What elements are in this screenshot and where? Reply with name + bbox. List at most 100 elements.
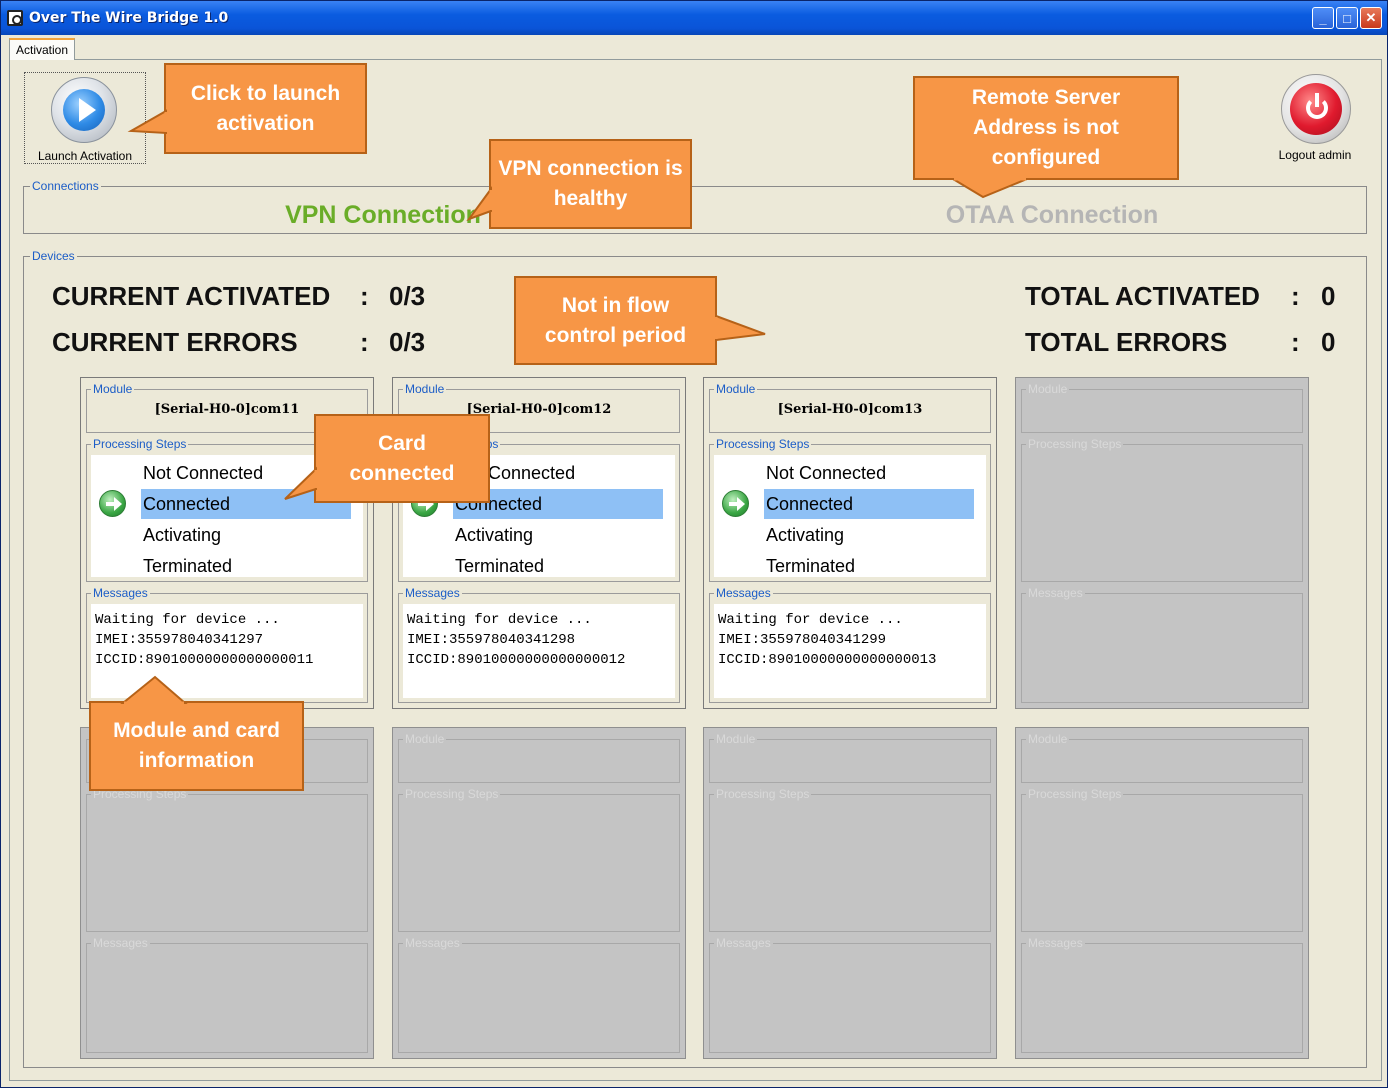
callout-card-pointer (284, 466, 318, 500)
current-activated-label: CURRENT ACTIVATED (52, 281, 331, 311)
processing-steps-legend: Processing Steps (1026, 787, 1124, 801)
processing-steps-group: Processing Steps Not Connected Connected Ac… (709, 437, 991, 582)
callout-remote-pointer (949, 177, 1028, 199)
current-step-arrow-icon (99, 490, 126, 517)
launch-activation-button[interactable]: Launch Activation (24, 72, 146, 164)
step-activating: Activating (766, 525, 845, 545)
module-group: Module [Serial-H0-0]com13 (709, 382, 991, 433)
messages-group: Messages (398, 936, 680, 1053)
module-legend: Module (403, 732, 447, 746)
messages-legend: Messages (714, 586, 773, 600)
messages-legend: Messages (403, 586, 462, 600)
processing-steps-group: Processing Steps (1021, 787, 1303, 932)
module-name: [Serial-H0-0]com13 (777, 402, 923, 417)
module-legend: Module (1026, 732, 1070, 746)
module-legend: Module (403, 382, 447, 396)
message-line: Waiting for device ... (95, 612, 280, 628)
current-step-arrow-icon (722, 490, 749, 517)
callout-remote-server: Remote Server Address is not configured (913, 76, 1179, 180)
message-line: ICCID:89010000000000000011 (95, 652, 314, 668)
module-group: Module (398, 732, 680, 783)
callout-card-text: Card connected (349, 431, 455, 485)
tab-activation[interactable]: Activation (9, 38, 75, 60)
messages-legend: Messages (1026, 586, 1085, 600)
message-line: IMEI:355978040341297 (95, 632, 264, 648)
callout-remote-text: Remote Server Address is not configured (971, 86, 1121, 169)
connections-legend: Connections (30, 179, 101, 193)
processing-steps-legend: Processing Steps (714, 787, 812, 801)
device-card: Module Processing Steps Messages (1015, 727, 1309, 1059)
messages-legend: Messages (403, 936, 462, 950)
messages-group: Messages Waiting for device ... IMEI:35597… (709, 586, 991, 703)
callout-launch: Click to launch activation (164, 63, 367, 154)
module-group: Module (1021, 382, 1303, 433)
minimize-button[interactable]: _ (1312, 7, 1334, 29)
current-activated-value: 0/3 (389, 281, 426, 311)
module-group: Module (709, 732, 991, 783)
module-legend: Module (714, 382, 758, 396)
messages-log[interactable]: Waiting for device ... IMEI:3559780403412… (714, 604, 986, 698)
callout-launch-text: Click to launch activation (190, 81, 341, 135)
callout-vpn-text: VPN connection is healthy (498, 157, 683, 210)
message-line: IMEI:355978040341299 (718, 632, 887, 648)
window-title: Over The Wire Bridge 1.0 (29, 10, 229, 26)
play-icon (51, 77, 117, 143)
message-line: ICCID:89010000000000000012 (407, 652, 626, 668)
connections-group: Connections VPN Connection OTAA Connecti… (23, 179, 1367, 234)
steps-list: Not Connected Connected Activating Terminat… (714, 455, 986, 577)
processing-steps-legend: Processing Steps (714, 437, 812, 451)
module-legend: Module (91, 382, 135, 396)
messages-legend: Messages (714, 936, 773, 950)
total-errors-label: TOTAL ERRORS (1025, 327, 1228, 357)
stat-colon: : (1291, 327, 1300, 357)
device-card: Module Processing Steps Messages (1015, 377, 1309, 709)
device-card: Module [Serial-H0-0]com13 Processing Steps… (703, 377, 997, 709)
callout-flow-text: Not in flow control period (544, 293, 687, 347)
logout-button[interactable]: Logout admin (1263, 72, 1367, 164)
device-card: Module Processing Steps Messages (703, 727, 997, 1059)
module-legend: Module (1026, 382, 1070, 396)
message-line: ICCID:89010000000000000013 (718, 652, 937, 668)
message-line: Waiting for device ... (718, 612, 903, 628)
messages-group: Messages (1021, 936, 1303, 1053)
step-terminated: Terminated (766, 556, 856, 576)
total-activated-value: 0 (1321, 281, 1336, 311)
current-errors-label: CURRENT ERRORS (52, 327, 298, 357)
launch-activation-label: Launch Activation (37, 149, 133, 163)
message-line: IMEI:355978040341298 (407, 632, 576, 648)
stat-colon: : (360, 281, 369, 311)
step-connected: Connected (764, 489, 974, 519)
messages-log[interactable]: Waiting for device ... IMEI:3559780403412… (403, 604, 675, 698)
callout-flow-pointer (714, 314, 766, 342)
callout-flow-control: Not in flow control period (514, 276, 717, 365)
close-button[interactable]: ✕ (1360, 7, 1382, 29)
messages-legend: Messages (1026, 936, 1085, 950)
title-bar[interactable]: Over The Wire Bridge 1.0 _ □ ✕ (1, 1, 1387, 35)
messages-group: Messages Waiting for device ... IMEI:35597… (398, 586, 680, 703)
processing-steps-group: Processing Steps (709, 787, 991, 932)
messages-legend: Messages (91, 586, 150, 600)
callout-vpn-pointer (466, 185, 493, 222)
module-legend: Module (714, 732, 758, 746)
processing-steps-legend: Processing Steps (1026, 437, 1124, 451)
maximize-button[interactable]: □ (1336, 7, 1358, 29)
step-activating: Activating (143, 525, 222, 545)
messages-group: Messages (1021, 586, 1303, 703)
logout-label: Logout admin (1278, 148, 1352, 162)
callout-module-info: Module and card information (89, 701, 304, 791)
stat-colon: : (1291, 281, 1300, 311)
callout-module-text: Module and card information (113, 719, 280, 772)
callout-card-connected: Card connected (314, 414, 490, 503)
processing-steps-group: Processing Steps (1021, 437, 1303, 582)
otaa-connection-status: OTAA Connection (945, 201, 1159, 229)
power-icon (1281, 74, 1351, 144)
total-activated-label: TOTAL ACTIVATED (1025, 281, 1260, 311)
processing-steps-legend: Processing Steps (403, 787, 501, 801)
app-window: Over The Wire Bridge 1.0 _ □ ✕ Activatio… (0, 0, 1388, 1088)
current-errors-value: 0/3 (389, 327, 426, 357)
step-activating: Activating (455, 525, 534, 545)
callout-launch-pointer (127, 109, 168, 135)
messages-group: Messages (709, 936, 991, 1053)
message-line: Waiting for device ... (407, 612, 592, 628)
callout-vpn: VPN connection is healthy (489, 139, 692, 229)
